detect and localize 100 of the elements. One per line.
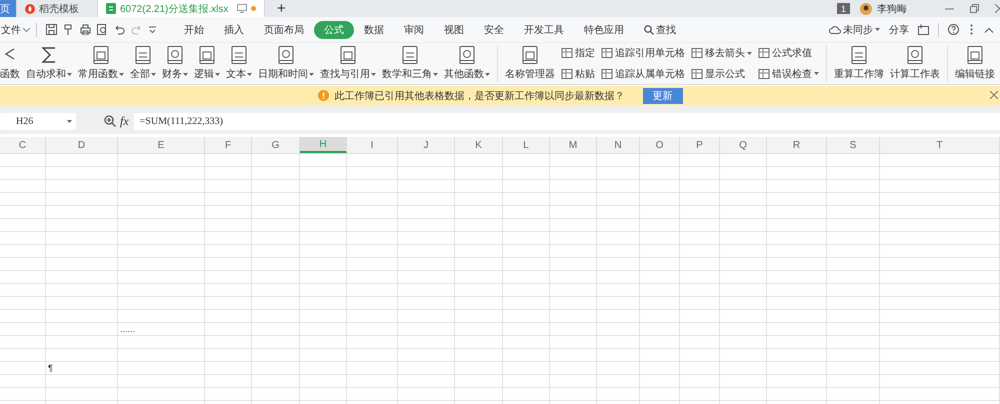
ribbon-tab[interactable]: 开始	[174, 20, 214, 38]
chevron-icon	[23, 28, 30, 32]
ribbon-button[interactable]: 其他函数	[441, 43, 493, 84]
column-header[interactable]: S	[827, 137, 880, 153]
insert-function-button[interactable]: fx	[120, 114, 129, 128]
spreadsheet-icon	[106, 3, 116, 14]
column-header[interactable]: F	[205, 137, 252, 153]
collapse-icon[interactable]	[984, 26, 994, 32]
column-header[interactable]: C	[0, 137, 46, 153]
ribbon-button[interactable]: 显示公式	[691, 66, 752, 81]
ribbon-button[interactable]: 财务	[159, 43, 191, 84]
ribbon-tab[interactable]: 特色应用	[574, 20, 634, 38]
caret-icon	[119, 72, 124, 76]
column-header[interactable]: R	[767, 137, 827, 153]
ribbon-tab[interactable]: 安全	[474, 20, 514, 38]
column-header[interactable]: D	[46, 137, 118, 153]
ribbon-button[interactable]: 移去箭头	[691, 46, 752, 60]
ribbon-button[interactable]: 公式求值	[758, 46, 819, 60]
print-icon[interactable]	[80, 24, 91, 35]
ribbon-button[interactable]: 指定	[561, 46, 595, 60]
ribbon-button[interactable]: 全部	[127, 43, 159, 84]
ribbon-button[interactable]: 函数	[0, 43, 23, 84]
ribbon-button[interactable]: 常用函数	[75, 43, 127, 84]
column-header[interactable]: O	[640, 137, 680, 153]
ribbon-button[interactable]: 查找与引用	[317, 43, 379, 84]
ribbon-button[interactable]: 文本	[223, 43, 255, 84]
notification-badge[interactable]: 1	[836, 3, 850, 14]
update-button[interactable]: 更新	[642, 88, 682, 104]
flame-icon	[25, 4, 35, 14]
name-box[interactable]: H26	[0, 112, 76, 130]
tool-icon	[758, 47, 770, 60]
caret-icon	[433, 72, 438, 76]
column-header[interactable]: I	[347, 137, 398, 153]
column-header[interactable]: K	[455, 137, 503, 153]
preview-icon[interactable]	[97, 24, 108, 35]
caret-icon	[485, 72, 490, 76]
search-button[interactable]: 查找	[634, 20, 686, 38]
share-button[interactable]: 分享	[889, 22, 909, 36]
warning-icon	[318, 90, 328, 101]
more-icon[interactable]	[970, 24, 973, 35]
column-header[interactable]: P	[680, 137, 720, 153]
undo-icon[interactable]	[114, 24, 125, 35]
column-header[interactable]: N	[597, 137, 640, 153]
column-header[interactable]: M	[550, 137, 597, 153]
column-header[interactable]: Q	[720, 137, 767, 153]
avatar-icon[interactable]	[860, 2, 872, 14]
cell-text: ......	[119, 324, 136, 334]
zoom-icon[interactable]	[104, 115, 116, 127]
customize-icon[interactable]	[148, 25, 157, 34]
caret-icon	[215, 72, 220, 76]
ribbon-button[interactable]: 编辑链接	[952, 43, 998, 84]
ribbon-tab[interactable]: 视图	[434, 20, 474, 38]
column-header[interactable]: E	[118, 137, 205, 153]
ribbon-button[interactable]: 日期和时间	[255, 43, 317, 84]
cloud-icon	[829, 25, 841, 34]
save-icon[interactable]	[46, 24, 57, 35]
ribbon-button[interactable]: 数学和三角	[379, 43, 441, 84]
caret-icon	[747, 52, 752, 55]
column-header[interactable]: L	[503, 137, 550, 153]
tool-icon	[561, 47, 573, 60]
sync-button[interactable]: 未同步	[829, 22, 880, 36]
ribbon-button[interactable]: 重算工作簿	[831, 43, 887, 84]
caret-icon	[814, 72, 819, 76]
restore-icon[interactable]	[970, 4, 979, 13]
ribbon-button[interactable]: 名称管理器	[502, 43, 558, 84]
ribbon-button[interactable]: 粘贴	[561, 66, 595, 81]
tool-icon	[758, 68, 770, 80]
caret-icon	[151, 72, 156, 76]
caret-icon	[309, 72, 314, 76]
close-icon[interactable]	[990, 91, 998, 99]
new-tab-button[interactable]: +	[265, 0, 298, 17]
ribbon-tab[interactable]: 开发工具	[514, 20, 574, 38]
caret-icon	[247, 72, 252, 76]
ribbon-button[interactable]: 自动求和	[23, 43, 75, 84]
document-tab[interactable]: 6072(2.21)分送集报.xlsx	[98, 0, 265, 17]
ribbon-button[interactable]: 追踪引用单元格	[601, 46, 685, 60]
ribbon-tab[interactable]: 插入	[214, 20, 254, 38]
tool-icon	[601, 47, 613, 60]
ribbon-tab[interactable]: 数据	[354, 20, 394, 38]
ribbon-tab[interactable]: 页面布局	[254, 20, 314, 38]
ribbon-button[interactable]: 逻辑	[191, 43, 223, 84]
caret-icon	[371, 72, 376, 76]
column-header[interactable]: T	[880, 137, 1000, 153]
notice-message: 此工作簿已引用其他表格数据，是否更新工作簿以同步最新数据？	[334, 90, 624, 102]
formula-input[interactable]: =SUM(111,222,333)	[134, 112, 1000, 130]
ribbon-button[interactable]: 计算工作表	[887, 43, 943, 84]
caret-icon	[67, 72, 72, 76]
ribbon-button[interactable]: 错误检查	[758, 66, 819, 81]
document-tab[interactable]: 页	[0, 0, 17, 17]
column-header[interactable]: J	[398, 137, 455, 153]
tool-icon	[691, 68, 703, 80]
tool-icon	[601, 68, 613, 80]
caret-icon	[183, 72, 188, 76]
ribbon-tab[interactable]: 审阅	[394, 20, 434, 38]
monitor-icon[interactable]	[237, 4, 247, 13]
file-menu[interactable]: 文件	[1, 22, 30, 36]
help-icon[interactable]	[948, 24, 959, 35]
user-name[interactable]: 李狗晦	[877, 0, 907, 17]
ribbon-button[interactable]: 追踪从属单元格	[601, 66, 685, 81]
caret-icon	[875, 28, 880, 31]
